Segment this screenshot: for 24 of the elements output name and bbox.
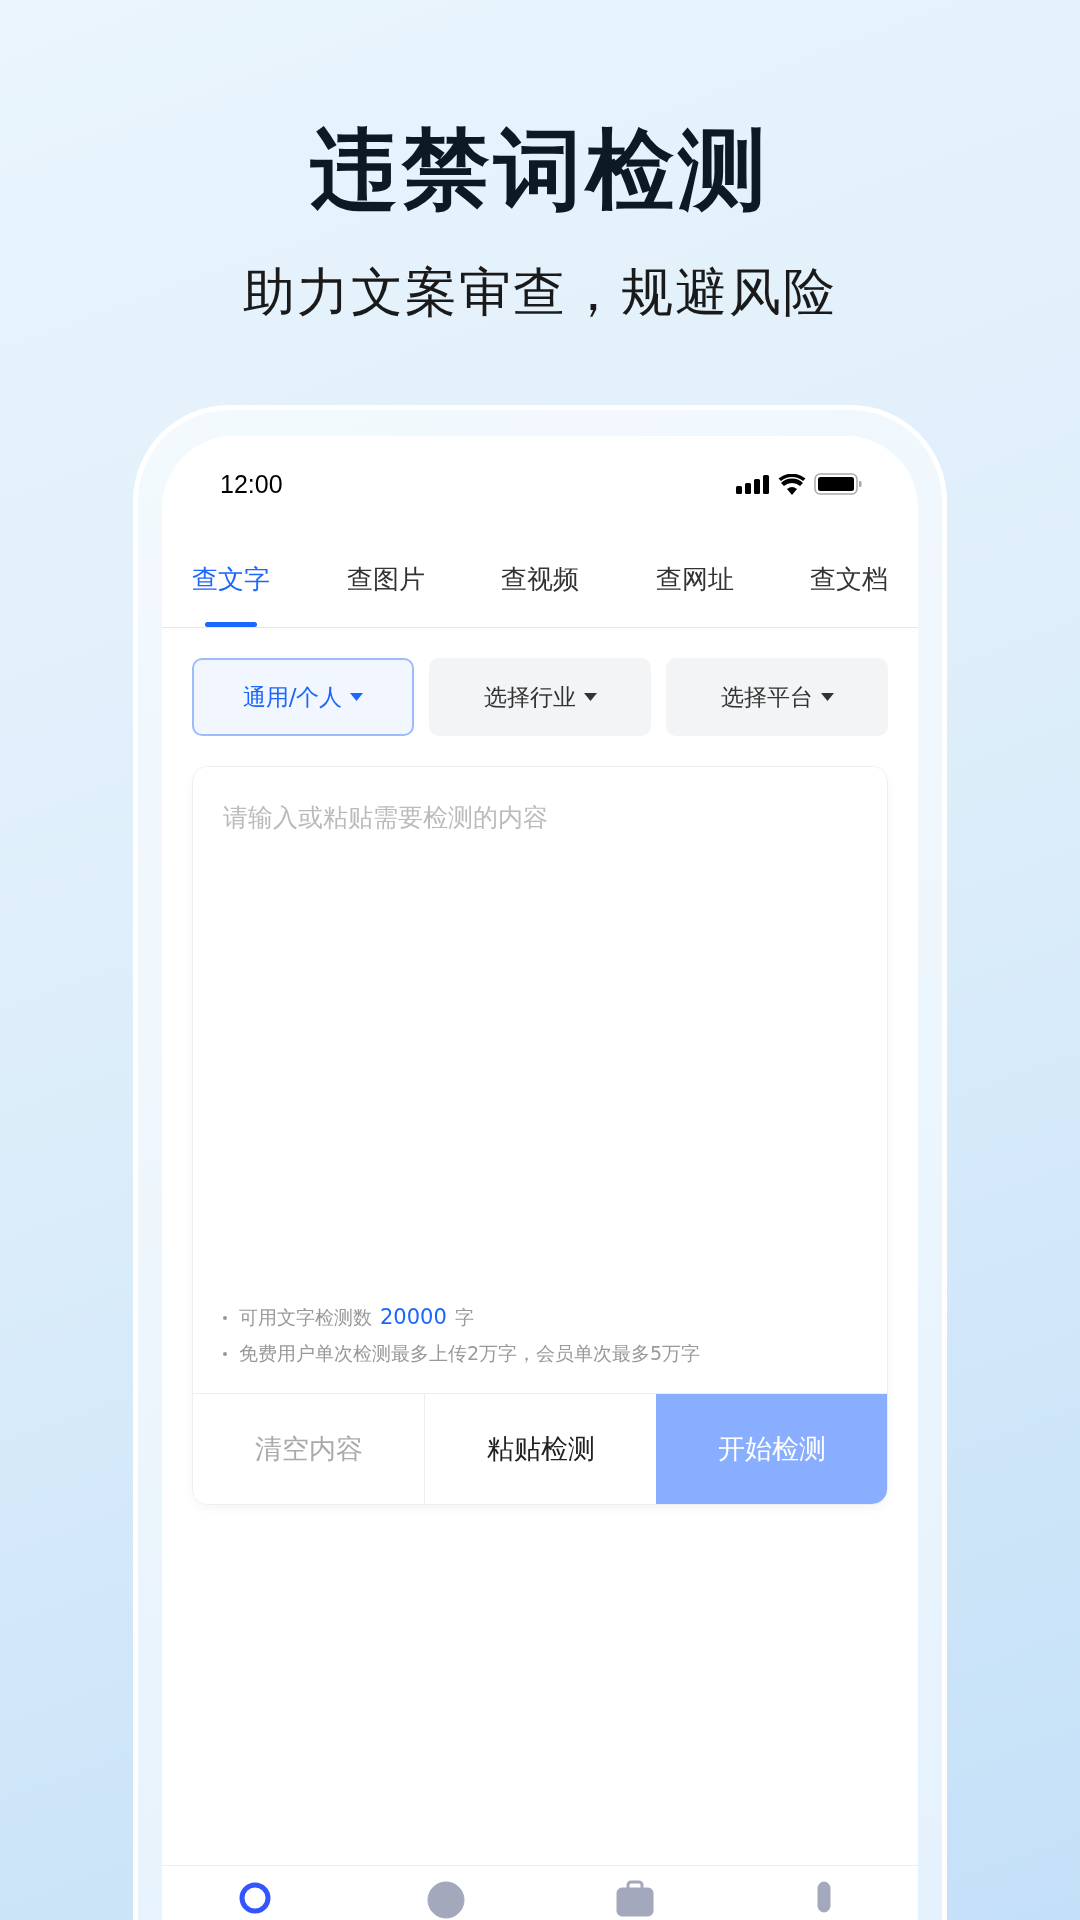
subheadline: 助力文案审查，规避风险 (243, 266, 837, 318)
briefcase-icon[interactable] (614, 1880, 655, 1920)
tab[interactable]: 查图片 (346, 548, 425, 627)
bullet-icon (223, 1352, 227, 1356)
hint-text: 免费用户单次检测最多上传2万字，会员单次最多5万字 (239, 1341, 701, 1366)
tab[interactable]: 查文字 (192, 548, 270, 627)
battery-icon (814, 473, 862, 495)
wifi-icon (778, 473, 806, 495)
tab[interactable]: 查视频 (501, 548, 579, 627)
input-card[interactable]: 请输入或粘贴需要检测的内容 可用文字检测数 20000 字 免费用户单次检测最多上传2万字，会员单次最多5万字 清空内容 粘贴检测 开始检测 (192, 766, 888, 1505)
signal-icon (736, 474, 770, 494)
bullet-icon (223, 1316, 227, 1320)
tab[interactable]: 查文档 (810, 548, 888, 627)
filter-dropdown[interactable]: 通用/个人 (192, 658, 414, 736)
status-time: 12:00 (220, 469, 283, 499)
hint-text: 可用文字检测数 20000 字 (239, 1305, 474, 1331)
input-field[interactable]: 请输入或粘贴需要检测的内容 (193, 767, 887, 1305)
tab[interactable]: 查网址 (655, 548, 734, 627)
caret-icon (820, 693, 834, 701)
filter-dropdown[interactable]: 选择行业 (429, 658, 651, 736)
caret-icon (583, 693, 597, 701)
filter-dropdown[interactable]: 选择平台 (666, 658, 888, 736)
caret-icon (350, 693, 364, 701)
headline: 违禁词检测 (310, 126, 770, 214)
